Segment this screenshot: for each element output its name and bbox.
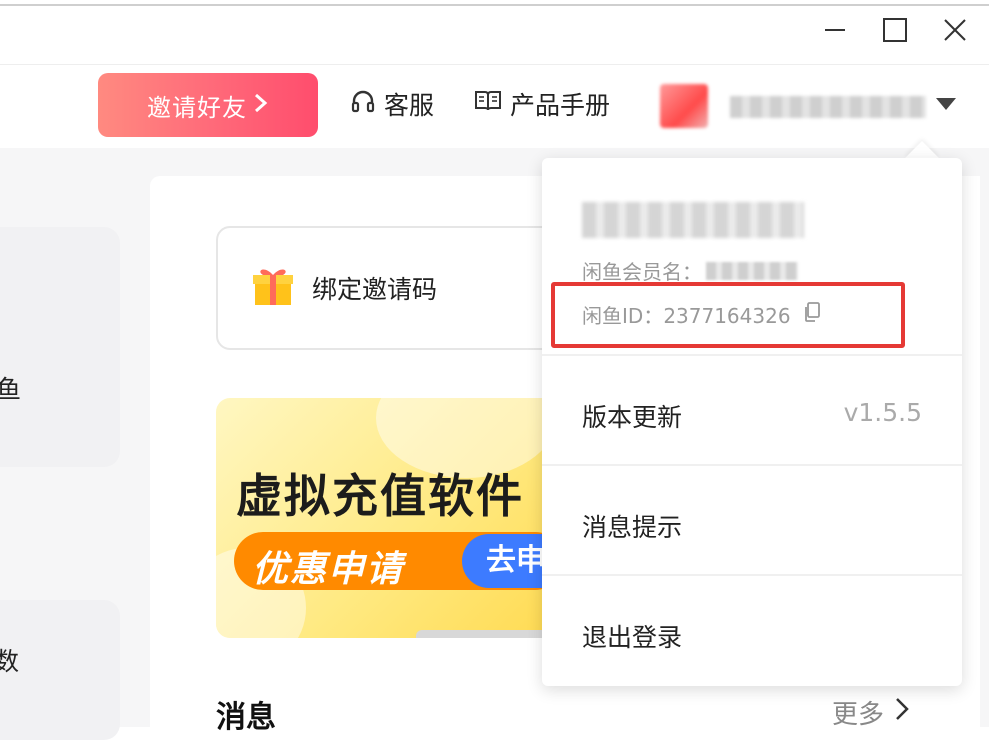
invite-friends-button[interactable]: 邀请好友 (98, 73, 318, 137)
promo-banner[interactable]: 虚拟充值软件 优惠申请 去申 (216, 398, 596, 638)
caret-down-icon[interactable] (936, 98, 956, 110)
minimize-icon[interactable] (819, 14, 851, 46)
chevron-right-icon (253, 92, 269, 118)
banner-pill-text: 优惠申请 (252, 549, 405, 590)
menu-item-message-notice[interactable]: 消息提示 (582, 508, 682, 544)
maximize-icon[interactable] (879, 14, 911, 46)
invite-friends-label: 邀请好友 (147, 93, 247, 122)
banner-title: 虚拟充值软件 (236, 469, 524, 523)
book-icon (474, 89, 502, 119)
more-label: 更多 (832, 700, 885, 730)
customer-service-link[interactable]: 客服 (350, 86, 434, 122)
left-card-text: 数 (0, 647, 20, 676)
close-icon[interactable] (939, 14, 971, 46)
left-card[interactable] (0, 227, 120, 467)
divider (542, 464, 962, 466)
divider (542, 354, 962, 356)
window-top-border (0, 4, 989, 6)
bind-invite-code-card[interactable]: 绑定邀请码 (216, 226, 596, 350)
product-manual-label: 产品手册 (510, 91, 611, 120)
version-number: v1.5.5 (843, 398, 922, 427)
messages-section-title: 消息 (216, 700, 276, 735)
id-highlight-box (551, 282, 905, 348)
customer-service-label: 客服 (384, 91, 435, 120)
chevron-right-icon (894, 696, 910, 729)
top-navbar: 邀请好友 客服 产品手册 (0, 64, 989, 148)
left-card-text: 鱼 (0, 375, 22, 404)
member-name-label: 闲鱼会员名： (582, 260, 702, 284)
bind-invite-code-label: 绑定邀请码 (312, 275, 438, 304)
username-redacted[interactable] (730, 96, 926, 118)
product-manual-link[interactable]: 产品手册 (474, 86, 610, 122)
member-name-row: 闲鱼会员名： (582, 256, 798, 285)
menu-item-version-update[interactable]: 版本更新 (582, 398, 682, 434)
headset-icon (350, 88, 376, 120)
user-dropdown-menu: 闲鱼会员名： 闲鱼ID：2377164326 版本更新 v1.5.5 消息提示 … (542, 158, 962, 686)
user-nickname-redacted (582, 202, 804, 238)
divider (542, 574, 962, 576)
more-link[interactable]: 更多 (832, 694, 910, 731)
gift-icon (250, 263, 296, 313)
menu-item-logout[interactable]: 退出登录 (582, 618, 682, 654)
member-name-redacted (706, 261, 798, 280)
window-controls (819, 14, 971, 46)
user-avatar[interactable] (660, 84, 708, 128)
